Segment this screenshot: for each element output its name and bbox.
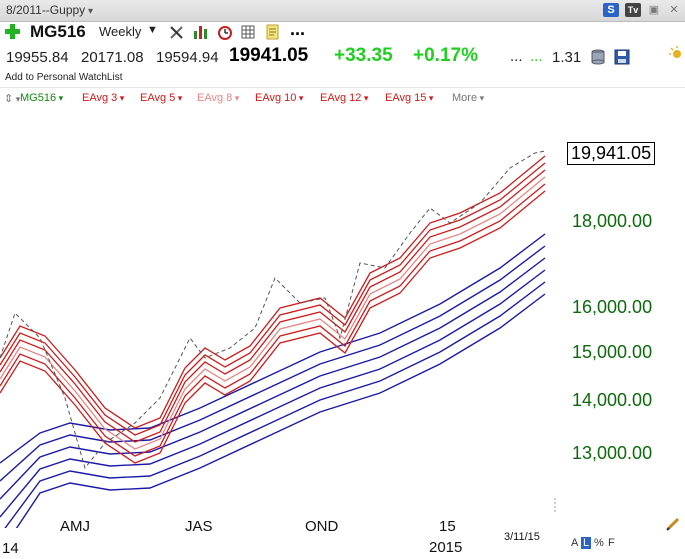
bar-chart-icon[interactable] xyxy=(192,23,210,41)
y-axis-label: 15,000.00 xyxy=(572,342,653,362)
scale-f[interactable]: F xyxy=(608,537,615,549)
price-line xyxy=(0,150,546,470)
current-date: 3/11/15 xyxy=(504,531,540,543)
low-value: 19594.94 xyxy=(156,49,219,66)
high-value: 20171.08 xyxy=(81,49,144,66)
short-ma-line xyxy=(0,155,546,429)
long-ma-line xyxy=(4,281,546,528)
symbol-label[interactable]: MG516 xyxy=(30,22,86,42)
long-ma-line xyxy=(0,233,546,464)
pencil-icon[interactable] xyxy=(666,517,680,531)
s-badge-icon[interactable]: S xyxy=(603,3,619,17)
chart-toolbar: MG516 Weekly ▼ ... xyxy=(0,19,685,43)
tools-icon[interactable] xyxy=(168,23,186,41)
x-axis-year: 2015 xyxy=(429,539,463,556)
short-ma-line xyxy=(0,162,546,436)
ratio-value: 1.31 xyxy=(552,49,582,66)
y-axis-label: 16,000.00 xyxy=(572,297,653,317)
legend-item-eavg3[interactable]: EAvg 3 xyxy=(82,92,124,104)
x-axis-label: OND xyxy=(305,518,339,535)
quote-dots: ... xyxy=(510,48,523,65)
x-axis-label: AMJ xyxy=(60,518,90,535)
last-price: 19941.05 xyxy=(229,45,309,66)
window-controls: S Tv ▣ ✕ xyxy=(603,3,681,17)
legend-item-eavg10[interactable]: EAvg 10 xyxy=(255,92,303,104)
period-selector[interactable]: Weekly xyxy=(99,24,141,39)
tv-badge-icon[interactable]: Tv xyxy=(625,3,641,17)
legend-item-eavg12[interactable]: EAvg 12 xyxy=(320,92,368,104)
legend-item-eavg5[interactable]: EAvg 5 xyxy=(140,92,182,104)
open-value: 19955.84 xyxy=(6,49,69,66)
close-icon[interactable]: ✕ xyxy=(667,3,681,17)
chevron-down-icon[interactable]: ▼ xyxy=(147,24,158,36)
alarm-clock-icon[interactable] xyxy=(216,23,234,41)
scale-arithmetic[interactable]: A xyxy=(571,537,578,549)
long-ma-line xyxy=(15,293,546,528)
quote-dots-green: ... xyxy=(530,48,543,65)
legend-item-eavg8[interactable]: EAvg 8 xyxy=(197,92,239,104)
change-value: +33.35 xyxy=(334,45,393,66)
sun-icon[interactable] xyxy=(668,45,683,60)
long-ma-line xyxy=(0,245,546,482)
scale-percent[interactable]: % xyxy=(594,537,604,549)
chart-plot[interactable] xyxy=(0,108,560,528)
x-axis-label: JAS xyxy=(185,518,213,535)
save-icon[interactable] xyxy=(614,49,630,65)
y-axis-label: 18,000.00 xyxy=(572,211,653,231)
indicator-legend: ⇕ MG516 EAvg 3 EAvg 5 EAvg 8 EAvg 10 EAv… xyxy=(0,87,685,108)
more-tools-button[interactable]: ... xyxy=(290,19,305,40)
restore-icon[interactable]: ▣ xyxy=(647,3,661,17)
legend-item-eavg15[interactable]: EAvg 15 xyxy=(385,92,433,104)
price-chart[interactable] xyxy=(0,108,685,559)
note-icon[interactable] xyxy=(264,23,282,41)
add-icon[interactable] xyxy=(5,24,20,39)
grid-add-icon[interactable] xyxy=(240,23,258,41)
legend-drag-icon[interactable]: ⇕ xyxy=(4,92,20,105)
x-axis-year-fragment: 14 xyxy=(2,540,19,557)
change-percent: +0.17% xyxy=(413,45,478,66)
scale-log[interactable]: L xyxy=(581,537,592,549)
last-price-marker: 19,941.05 xyxy=(567,142,656,165)
add-watchlist-link[interactable]: Add to Personal WatchList xyxy=(5,72,122,83)
y-axis-label: 14,000.00 xyxy=(572,390,653,410)
database-icon[interactable] xyxy=(590,49,606,65)
quote-line: 19955.84 20171.08 19594.94 19941.05 +33.… xyxy=(0,45,685,71)
legend-item-more[interactable]: More xyxy=(452,92,484,104)
window-title[interactable]: 8/2011--Guppy xyxy=(6,3,93,17)
title-bar: 8/2011--Guppy S Tv ▣ ✕ xyxy=(0,0,685,22)
legend-item-mg516[interactable]: MG516 xyxy=(20,92,63,104)
x-axis-label: 15 xyxy=(439,518,456,535)
y-axis-label: 13,000.00 xyxy=(572,443,653,463)
